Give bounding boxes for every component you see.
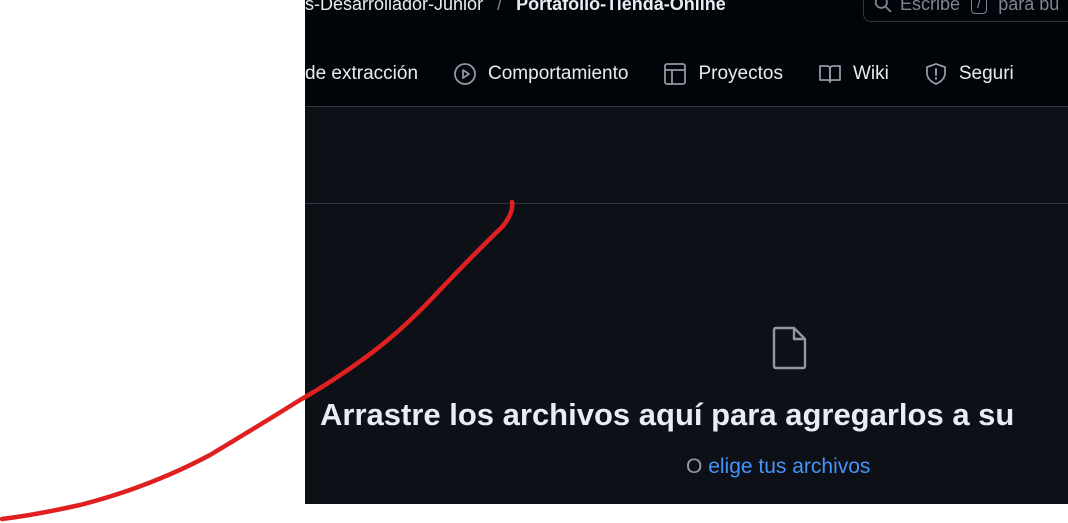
tab-pull-requests[interactable]: de extracción bbox=[305, 63, 418, 85]
tab-security[interactable]: Seguri bbox=[924, 62, 1014, 86]
tab-label-actions: Comportamiento bbox=[488, 63, 629, 84]
search-shortcut-key: / bbox=[971, 0, 988, 14]
search-placeholder-prefix: Escribe bbox=[900, 0, 961, 14]
breadcrumb-owner-link[interactable]: s-Desarrollador-Junior bbox=[305, 0, 483, 15]
search-icon bbox=[874, 0, 892, 13]
repo-nav-tabs: de extracción Comportamiento Proyectos W… bbox=[305, 52, 1049, 96]
shield-icon bbox=[925, 63, 946, 85]
breadcrumb-repo-link[interactable]: Portafolio-Tienda-Online bbox=[516, 0, 726, 15]
play-icon bbox=[454, 63, 476, 85]
book-icon bbox=[819, 65, 841, 83]
file-icon bbox=[772, 326, 807, 370]
tab-label-security: Seguri bbox=[958, 63, 1014, 84]
tab-label-projects: Proyectos bbox=[698, 63, 783, 84]
table-icon bbox=[664, 63, 687, 85]
breadcrumb: s-Desarrollador-Junior / Portafolio-Tien… bbox=[305, 0, 726, 17]
dropzone-title: Arrastre los archivos aquí para agregarl… bbox=[320, 397, 1015, 432]
dropzone-prefix: O bbox=[686, 455, 703, 478]
github-window: s-Desarrollador-Junior / Portafolio-Tien… bbox=[305, 0, 1068, 504]
tab-wiki[interactable]: Wiki bbox=[818, 62, 889, 86]
choose-files-link[interactable]: elige tus archivos bbox=[708, 455, 870, 478]
breadcrumb-separator: / bbox=[497, 0, 503, 14]
search-input[interactable]: Escribe / para bu bbox=[863, 0, 1068, 22]
dropzone-subtitle: O elige tus archivos bbox=[686, 455, 870, 479]
file-dropzone[interactable]: Arrastre los archivos aquí para agregarl… bbox=[305, 204, 1068, 504]
tab-label-pull-requests: de extracción bbox=[305, 63, 419, 84]
tab-label-wiki: Wiki bbox=[852, 63, 889, 84]
tab-actions[interactable]: Comportamiento bbox=[453, 62, 628, 86]
tab-projects[interactable]: Proyectos bbox=[663, 62, 783, 86]
search-placeholder-suffix: para bu bbox=[998, 0, 1060, 14]
repo-header: s-Desarrollador-Junior / Portafolio-Tien… bbox=[305, 0, 1068, 107]
